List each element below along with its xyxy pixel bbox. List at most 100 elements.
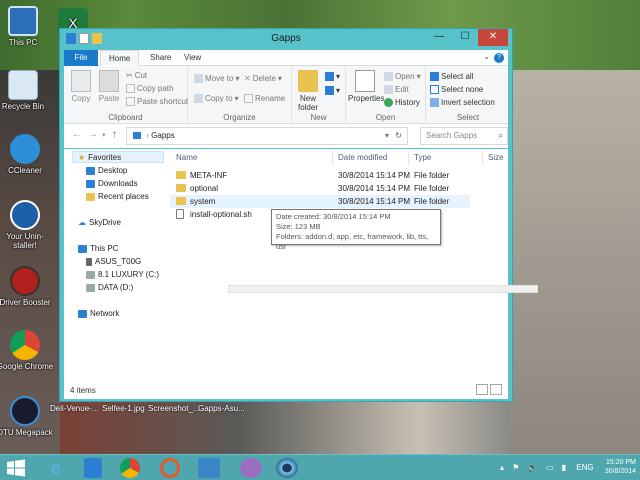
desktop-file-3[interactable]: Screenshot_... <box>148 404 200 413</box>
select-label: Select <box>456 113 480 122</box>
game-taskbar-icon[interactable] <box>240 458 262 478</box>
nav-asus[interactable]: ASUS_T00G <box>86 257 141 266</box>
select-none-button[interactable]: Select none <box>430 85 483 94</box>
content-area: ★ Favorites Desktop Downloads Recent pla… <box>64 149 508 381</box>
file-row[interactable]: META-INF 30/8/2014 15:14 PM File folder <box>170 169 470 182</box>
address-input[interactable]: › Gapps ▾ ↻ <box>126 127 408 145</box>
maximize-button[interactable]: ☐ <box>452 29 478 46</box>
paste-icon <box>99 70 119 92</box>
folder-icon <box>176 171 186 179</box>
column-date[interactable]: Date modified <box>338 153 387 162</box>
paste-shortcut-button[interactable]: Paste shortcut <box>126 97 188 106</box>
nav-network[interactable]: Network <box>78 309 119 318</box>
horizontal-scrollbar[interactable] <box>228 285 538 293</box>
desktop-icon-chrome[interactable]: Google Chrome <box>0 330 54 371</box>
desktop-icon-ccleaner[interactable]: CCleaner <box>0 134 54 175</box>
forward-arrow-icon[interactable]: → <box>88 129 98 140</box>
paste-button[interactable]: Paste <box>96 70 122 103</box>
select-group: Select all Select none Invert selection … <box>426 66 510 124</box>
new-label: New <box>310 113 327 122</box>
copy-to-icon <box>194 94 203 103</box>
organize-group: Move to ▾ Copy to ▾ ✕ Delete ▾ Rename Organ… <box>188 66 292 124</box>
tab-home[interactable]: Home <box>100 50 140 66</box>
tab-share[interactable]: Share <box>142 50 179 66</box>
language-indicator[interactable]: ENG <box>576 463 593 472</box>
recent-chevron-icon[interactable]: ▾ <box>102 131 106 139</box>
clock-date: 30/8/2014 <box>604 468 636 475</box>
tray-expand-icon[interactable]: ▴ <box>500 463 504 472</box>
tab-view[interactable]: View <box>176 50 209 66</box>
cut-button[interactable]: ✂ Cut <box>126 71 147 80</box>
back-arrow-icon[interactable]: ← <box>72 129 82 140</box>
windows-start-icon[interactable] <box>6 459 26 477</box>
column-size[interactable]: Size <box>488 153 504 162</box>
nav-d-drive[interactable]: DATA (D:) <box>86 283 133 292</box>
clipboard-group: Copy Paste ✂ Cut Copy path Paste shortcu… <box>64 66 188 124</box>
details-view-icon[interactable] <box>476 384 488 395</box>
search-icon: ⌕ <box>498 131 503 140</box>
internet-explorer-icon[interactable]: e <box>44 458 68 478</box>
item-count: 4 items <box>70 386 96 395</box>
desktop-icon-uninstaller[interactable]: Your Unin-staller! <box>0 200 54 250</box>
new-folder-icon <box>298 70 318 92</box>
up-arrow-icon[interactable]: ↑ <box>112 129 117 140</box>
history-button[interactable]: History <box>384 98 420 107</box>
desktop-icon-recycle-bin[interactable]: Recycle Bin <box>0 70 52 111</box>
search-input[interactable]: Search Gapps ⌕ <box>420 127 508 145</box>
address-bar-row: ← → ▾ ↑ › Gapps ▾ ↻ Search Gapps ⌕ <box>64 124 508 148</box>
desktop-icon <box>86 166 95 175</box>
app-taskbar-icon[interactable] <box>160 458 180 478</box>
volume-icon[interactable]: 🔈 <box>528 463 538 472</box>
clock[interactable]: 15:20 PM 30/8/2014 <box>605 458 636 476</box>
file-explorer-icon[interactable] <box>84 458 102 478</box>
refresh-icon[interactable]: ↻ <box>395 128 402 144</box>
column-name[interactable]: Name <box>176 153 197 162</box>
nav-recent[interactable]: Recent places <box>86 192 149 201</box>
network-tray-icon[interactable]: ▮ <box>562 463 566 472</box>
file-row[interactable]: optional 30/8/2014 15:14 PM File folder <box>170 182 470 195</box>
title-bar[interactable]: Gapps — ☐ ✕ <box>60 29 512 50</box>
new-folder-button[interactable]: New folder <box>294 70 322 112</box>
desktop-icon-driver-booster[interactable]: Driver Booster <box>0 266 54 307</box>
open-button[interactable]: Open ▾ <box>384 72 421 81</box>
eye-app-icon[interactable] <box>276 458 298 478</box>
new-group: New folder ▾ ▾ New <box>292 66 346 124</box>
rename-button[interactable]: Rename <box>244 94 285 103</box>
nav-favorites[interactable]: ★ Favorites <box>78 153 121 162</box>
column-type[interactable]: Type <box>414 153 431 162</box>
copy-to-button[interactable]: Copy to ▾ <box>194 94 239 103</box>
file-row[interactable]: system 30/8/2014 15:14 PM File folder <box>170 195 470 208</box>
desktop-file-2[interactable]: Selfee-1.jpg <box>102 404 145 413</box>
help-icon[interactable]: ? <box>494 53 504 63</box>
teamviewer-icon[interactable] <box>198 458 220 478</box>
chrome-taskbar-icon[interactable] <box>120 458 140 478</box>
tab-file[interactable]: File <box>64 50 98 66</box>
address-dropdown-icon[interactable]: ▾ <box>385 128 389 144</box>
nav-this-pc[interactable]: This PC <box>78 244 118 253</box>
flag-icon[interactable]: ⚑ <box>512 463 519 472</box>
edit-button[interactable]: Edit <box>384 85 409 94</box>
nav-downloads[interactable]: Downloads <box>86 179 138 188</box>
nav-desktop[interactable]: Desktop <box>86 166 127 175</box>
delete-button[interactable]: ✕ Delete ▾ <box>244 74 282 83</box>
invert-selection-button[interactable]: Invert selection <box>430 98 495 107</box>
wallpaper-right <box>510 70 640 460</box>
select-all-button[interactable]: Select all <box>430 72 473 81</box>
desktop-file-1[interactable]: Deli-Venue-... <box>50 404 98 413</box>
move-to-button[interactable]: Move to ▾ <box>194 74 239 83</box>
copy-button[interactable]: Copy <box>68 70 94 103</box>
desktop-icon-this-pc[interactable]: This PC <box>0 6 52 47</box>
large-icons-view-icon[interactable] <box>490 384 502 395</box>
minimize-button[interactable]: — <box>426 29 452 46</box>
nav-c-drive[interactable]: 8.1 LUXURY (C:) <box>86 270 159 279</box>
copy-path-button[interactable]: Copy path <box>126 84 173 93</box>
properties-button[interactable]: Properties <box>348 70 384 103</box>
desktop-icon-dtu[interactable]: DTU Megapack <box>0 396 54 437</box>
new-item-button[interactable]: ▾ <box>325 72 340 81</box>
close-button[interactable]: ✕ <box>478 29 508 46</box>
chevron-down-icon[interactable]: ⌄ <box>483 52 490 61</box>
easy-access-button[interactable]: ▾ <box>325 86 340 95</box>
nav-skydrive[interactable]: ☁ SkyDrive <box>78 218 121 227</box>
desktop-file-4[interactable]: Gapps-Asu... <box>198 404 245 413</box>
battery-icon[interactable]: ▭ <box>546 463 554 472</box>
